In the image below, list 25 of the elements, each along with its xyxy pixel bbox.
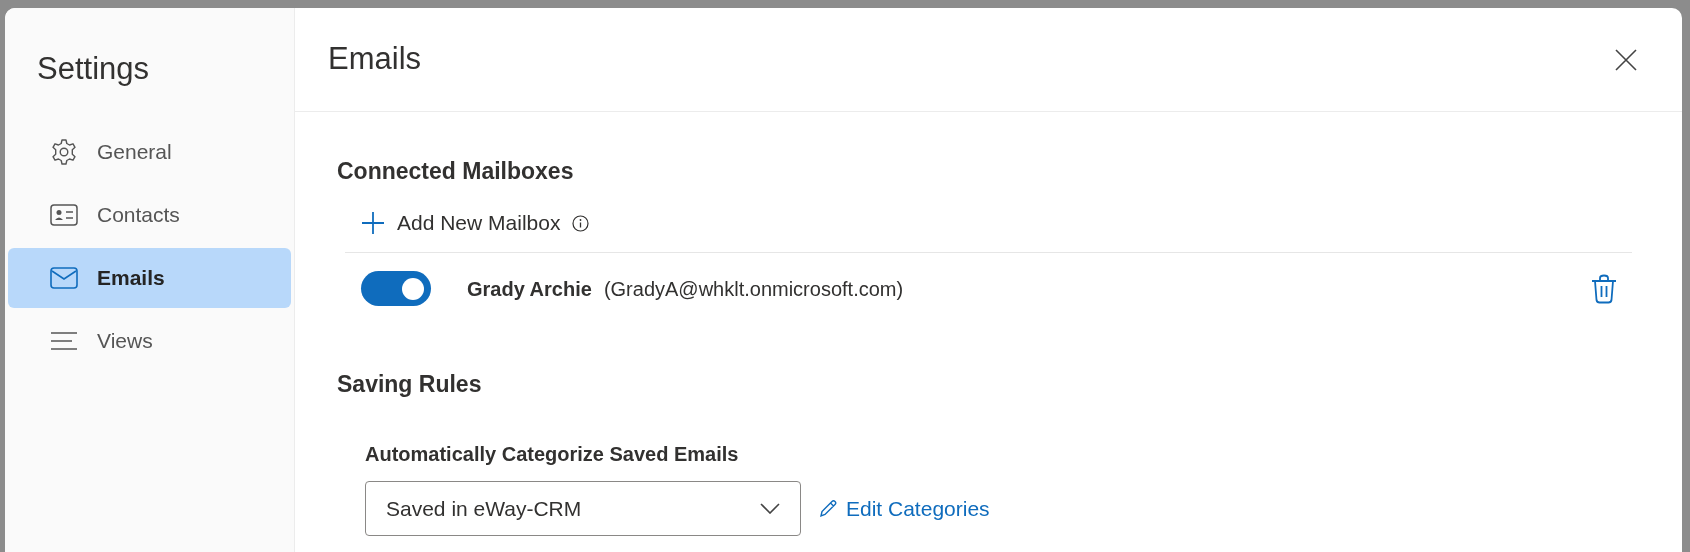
sidebar-item[interactable]: Views	[8, 311, 291, 371]
panel-title: Emails	[328, 40, 421, 79]
sidebar-title: Settings	[37, 50, 149, 88]
contact-card-icon	[50, 204, 78, 226]
gear-icon	[50, 138, 78, 166]
mailbox-name: Grady Archie	[467, 276, 592, 302]
sidebar-item[interactable]: General	[8, 122, 291, 182]
add-mailbox-button[interactable]: Add New Mailbox	[361, 207, 590, 239]
info-icon	[572, 214, 590, 232]
plus-icon	[361, 211, 385, 235]
sidebar-item[interactable]: Contacts	[8, 185, 291, 245]
toggle-switch[interactable]	[361, 271, 431, 306]
lines-icon	[50, 331, 78, 351]
category-dropdown[interactable]: Saved in eWay-CRM	[365, 481, 801, 536]
mail-icon	[50, 267, 78, 289]
section-title: Connected Mailboxes	[337, 157, 574, 186]
sidebar-item[interactable]: Emails	[8, 248, 291, 308]
edit-categories-link[interactable]: Edit Categories	[819, 492, 990, 525]
trash-icon	[1591, 273, 1617, 304]
section-title: Saving Rules	[337, 369, 482, 399]
delete-button[interactable]	[1590, 273, 1618, 304]
field-label: Automatically Categorize Saved Emails	[365, 442, 739, 467]
chevron-down-icon	[760, 503, 780, 514]
mailbox-address: (GradyA@whklt.onmicrosoft.com)	[603, 276, 904, 302]
pencil-icon	[819, 499, 838, 518]
